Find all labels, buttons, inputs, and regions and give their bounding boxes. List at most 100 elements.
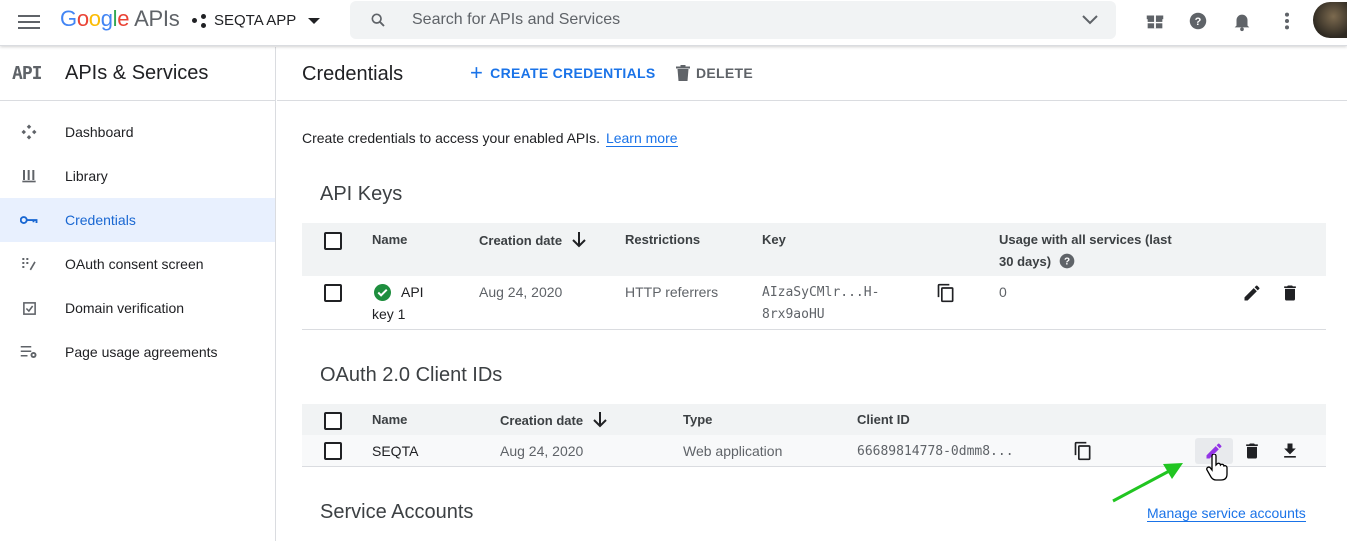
column-key: Key (762, 232, 786, 247)
project-name: SEQTA APP (214, 12, 297, 29)
edit-icon[interactable] (1242, 283, 1262, 303)
plus-icon: + (470, 60, 484, 85)
dashboard-icon (19, 122, 39, 142)
svg-text:?: ? (1064, 256, 1070, 267)
gift-icon[interactable] (1144, 10, 1166, 32)
column-creation-date-label: Creation date (479, 232, 563, 248)
arrow-down-icon (593, 412, 607, 428)
settings-list-icon (19, 342, 39, 362)
intro-description: Create credentials to access your enable… (302, 130, 601, 146)
sidebar-item-label: OAuth consent screen (65, 256, 204, 272)
column-usage-continued: 30 days) ? (999, 253, 1075, 269)
sidebar-item-label: Page usage agreements (65, 344, 218, 360)
column-name[interactable]: Name (372, 412, 407, 427)
column-type: Type (683, 412, 713, 427)
copy-icon[interactable] (1073, 441, 1093, 461)
sidebar-nav: Dashboard Library Credentials OAuth cons… (0, 110, 275, 374)
sidebar-item-label: Dashboard (65, 124, 134, 140)
api-logo-icon: API (12, 63, 43, 84)
create-credentials-label: CREATE CREDENTIALS (490, 65, 656, 81)
column-usage-label-line2: 30 days) (999, 253, 1052, 269)
oauth-client-id: 66689814778-0dmm8... (857, 444, 1014, 459)
delete-label: DELETE (696, 65, 754, 81)
api-key-usage: 0 (999, 284, 1007, 300)
intro-text: Create credentials to access your enable… (302, 130, 678, 147)
help-icon[interactable]: ? (1059, 253, 1075, 269)
sidebar-item-label: Library (65, 168, 108, 184)
checkbox-icon (19, 298, 39, 318)
check-circle-icon (374, 284, 391, 301)
learn-more-link[interactable]: Learn more (605, 130, 678, 147)
sidebar-item-domain-verification[interactable]: Domain verification (0, 286, 275, 330)
google-apis-logo[interactable]: Google APIs (60, 6, 180, 32)
oauth-client-ids-title: OAuth 2.0 Client IDs (320, 364, 503, 386)
select-all-checkbox[interactable] (324, 232, 342, 250)
row-checkbox[interactable] (324, 284, 342, 302)
avatar[interactable] (1313, 2, 1347, 38)
hand-cursor-icon (1206, 454, 1228, 481)
sidebar: API APIs & Services Dashboard Library Cr… (0, 47, 276, 541)
api-keys-table-header: Name Creation date Restrictions Key Usag… (302, 223, 1326, 276)
column-creation-date[interactable]: Creation date (500, 412, 607, 428)
column-client-id: Client ID (857, 412, 910, 427)
more-vert-icon[interactable] (1276, 10, 1298, 32)
annotation-arrow-icon (1112, 463, 1183, 503)
consent-icon (19, 254, 39, 274)
apis-wordmark: APIs (134, 6, 180, 31)
google-wordmark: Google (60, 6, 130, 31)
oauth-type: Web application (683, 443, 783, 459)
api-key-creation-date: Aug 24, 2020 (479, 284, 563, 300)
row-checkbox[interactable] (324, 442, 342, 460)
delete-icon[interactable] (1280, 283, 1300, 303)
library-icon (19, 166, 39, 186)
trash-icon (676, 65, 690, 81)
service-accounts-title: Service Accounts (320, 501, 474, 523)
api-key-value-continued: 8rx9aoHU (762, 307, 825, 322)
search-bar[interactable]: Search for APIs and Services (350, 1, 1116, 39)
copy-icon[interactable] (936, 283, 956, 303)
project-icon (192, 13, 208, 28)
page-header: Credentials + CREATE CREDENTIALS DELETE (277, 47, 1347, 101)
column-restrictions: Restrictions (625, 232, 701, 247)
oauth-client-name[interactable]: SEQTA (372, 443, 418, 459)
column-usage: Usage with all services (last (999, 232, 1172, 247)
sidebar-item-page-usage[interactable]: Page usage agreements (0, 330, 275, 374)
api-keys-title: API Keys (320, 183, 403, 205)
sidebar-item-label: Domain verification (65, 300, 185, 316)
column-name[interactable]: Name (372, 232, 407, 247)
notifications-icon[interactable] (1231, 10, 1253, 32)
sidebar-item-library[interactable]: Library (0, 154, 275, 198)
svg-text:?: ? (1195, 16, 1202, 28)
chevron-down-icon[interactable] (1082, 15, 1098, 25)
create-credentials-button[interactable]: + CREATE CREDENTIALS (470, 60, 656, 85)
column-creation-date-label: Creation date (500, 412, 584, 428)
api-key-restrictions: HTTP referrers (625, 284, 719, 300)
main-menu-icon[interactable] (18, 12, 40, 32)
page-title: Credentials (302, 63, 404, 85)
oauth-table-header: Name Creation date Type Client ID (302, 404, 1326, 435)
table-row[interactable]: API key 1 Aug 24, 2020 HTTP referrers AI… (302, 276, 1326, 330)
dropdown-caret-icon (308, 17, 321, 24)
delete-button[interactable]: DELETE (676, 65, 753, 81)
api-key-name[interactable]: API (401, 284, 424, 300)
help-icon[interactable]: ? (1187, 10, 1209, 32)
sidebar-item-dashboard[interactable]: Dashboard (0, 110, 275, 154)
sidebar-item-oauth-consent[interactable]: OAuth consent screen (0, 242, 275, 286)
sidebar-item-credentials[interactable]: Credentials (0, 198, 275, 242)
select-all-checkbox[interactable] (324, 412, 342, 430)
column-creation-date[interactable]: Creation date (479, 232, 586, 248)
project-selector[interactable]: SEQTA APP (192, 12, 321, 29)
manage-service-accounts-link[interactable]: Manage service accounts (1147, 505, 1306, 522)
main-content: Credentials + CREATE CREDENTIALS DELETE … (277, 47, 1347, 541)
sidebar-header: API APIs & Services (0, 47, 275, 101)
delete-icon[interactable] (1242, 441, 1262, 461)
download-icon[interactable] (1280, 441, 1300, 461)
sidebar-title: APIs & Services (65, 62, 209, 84)
search-input[interactable]: Search for APIs and Services (412, 11, 620, 29)
top-bar: Google APIs SEQTA APP Search for APIs and… (0, 0, 1347, 46)
oauth-creation-date: Aug 24, 2020 (500, 443, 584, 459)
search-icon (371, 13, 385, 27)
sidebar-item-label: Credentials (65, 212, 136, 228)
api-key-value: AIzaSyCMlr...H- (762, 285, 880, 300)
api-key-name-continued[interactable]: key 1 (372, 306, 405, 322)
